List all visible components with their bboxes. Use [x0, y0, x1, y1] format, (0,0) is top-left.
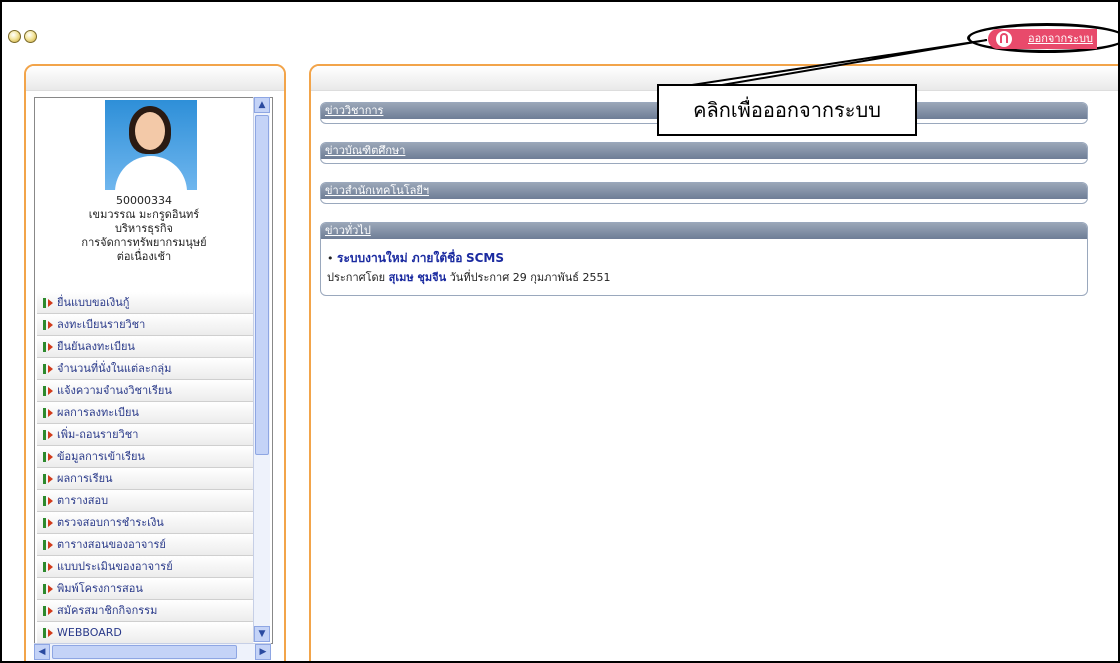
logout-label[interactable]: ออกจากระบบ — [1022, 29, 1097, 49]
browser-frame: 50000334 เขมวรรณ มะกรูดอินทร์ บริหารธุรก… — [0, 0, 1120, 663]
logout-highlight: ออกจากระบบ — [967, 23, 1118, 53]
lock-icon — [988, 29, 1022, 49]
callout-tooltip: คลิกเพื่อออกจากระบบ — [657, 84, 917, 136]
callout-pointer — [691, 39, 988, 86]
logout-button[interactable]: ออกจากระบบ — [988, 29, 1097, 49]
